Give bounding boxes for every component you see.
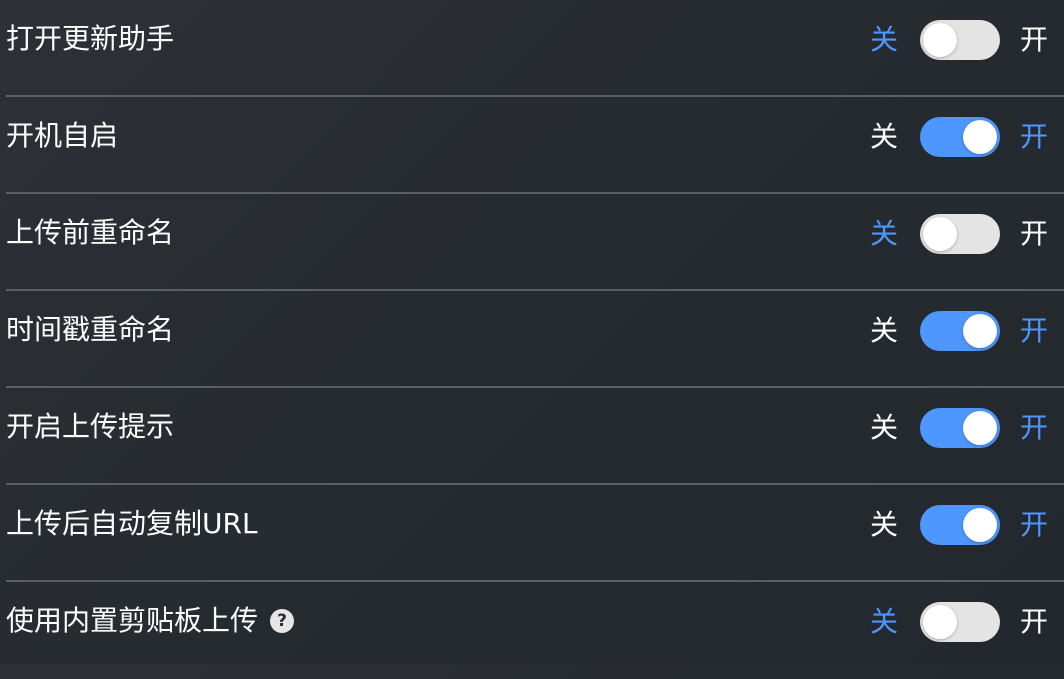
auto-start-switch[interactable] [919,117,1000,157]
setting-label-text: 使用内置剪贴板上传 [6,604,259,637]
switch-knob [922,605,957,639]
rename-before-upload-switch[interactable] [919,214,1000,254]
switch-knob [962,120,997,154]
toggle-on-label: 开 [1019,605,1048,638]
toggle-off-label: 关 [869,411,898,444]
toggle-on-label: 开 [1019,23,1048,56]
setting-row-update-helper: 打开更新助手 关 开 [6,0,1064,97]
setting-row-builtin-clipboard-upload: 使用内置剪贴板上传 ? 关 开 [6,582,1064,679]
toggle-group: 关 开 [870,408,1048,448]
toggle-off-label: 关 [869,217,898,250]
setting-label: 时间戳重命名 [6,311,174,349]
toggle-on-label: 开 [1019,411,1048,444]
setting-label-text: 开启上传提示 [6,410,175,443]
toggle-off-label: 关 [869,120,898,153]
builtin-clipboard-upload-switch[interactable] [919,602,1000,642]
toggle-group: 关 开 [870,214,1048,254]
update-helper-switch[interactable] [919,20,1000,60]
toggle-off-label: 关 [869,23,898,56]
toggle-on-label: 开 [1019,508,1048,541]
setting-label: 上传后自动复制URL [6,505,258,543]
switch-knob [922,217,957,251]
toggle-group: 关 开 [870,20,1048,60]
setting-row-rename-before-upload: 上传前重命名 关 开 [6,194,1064,291]
toggle-off-label: 关 [869,508,898,541]
setting-label: 开启上传提示 [6,408,174,446]
toggle-group: 关 开 [870,311,1048,351]
toggle-on-label: 开 [1019,217,1048,250]
setting-label-text: 开机自启 [6,119,119,152]
setting-label: 打开更新助手 [6,20,174,58]
settings-list: 打开更新助手 关 开 开机自启 关 开 上传前重命名 关 开 时间戳重命名 关 … [6,0,1064,679]
setting-label: 使用内置剪贴板上传 ? [6,602,295,640]
upload-notification-switch[interactable] [919,408,1000,448]
setting-row-auto-copy-url: 上传后自动复制URL 关 开 [6,485,1064,582]
switch-knob [962,411,997,445]
toggle-group: 关 开 [870,602,1048,642]
setting-label-text: 时间戳重命名 [6,313,175,346]
switch-knob [962,314,997,348]
setting-row-upload-notification: 开启上传提示 关 开 [6,388,1064,485]
setting-label: 上传前重命名 [6,214,174,252]
toggle-off-label: 关 [869,605,898,638]
setting-label: 开机自启 [6,117,118,155]
toggle-on-label: 开 [1019,120,1048,153]
toggle-group: 关 开 [870,505,1048,545]
toggle-on-label: 开 [1019,314,1048,347]
setting-row-timestamp-rename: 时间戳重命名 关 开 [6,291,1064,388]
toggle-group: 关 开 [870,117,1048,157]
setting-row-auto-start: 开机自启 关 开 [6,97,1064,194]
setting-label-text: 上传前重命名 [6,216,175,249]
setting-label-text: 打开更新助手 [6,22,175,55]
question-circle-icon[interactable]: ? [270,609,295,633]
switch-knob [962,508,997,542]
setting-label-text: 上传后自动复制URL [6,507,258,540]
switch-knob [922,23,957,57]
timestamp-rename-switch[interactable] [919,311,1000,351]
auto-copy-url-switch[interactable] [919,505,1000,545]
toggle-off-label: 关 [869,314,898,347]
